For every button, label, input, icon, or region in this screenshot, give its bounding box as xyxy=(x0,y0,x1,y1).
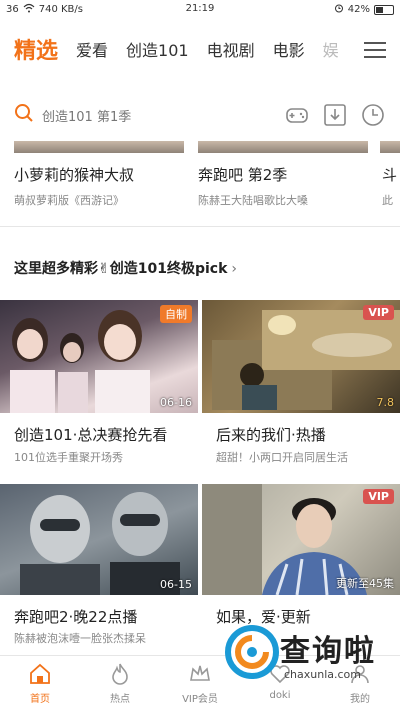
card-date: 06-16 xyxy=(160,396,192,409)
vip-badge: VIP xyxy=(363,489,394,504)
section-title: 这里超多精彩✌创造101终极pick xyxy=(14,261,228,277)
status-right: 42% xyxy=(334,3,394,16)
video-thumbnail[interactable]: VIP 更新至45集 xyxy=(202,484,400,595)
battery-percent: 42% xyxy=(347,4,370,15)
strip-subtitle: 此 xyxy=(382,194,393,207)
tab-featured[interactable]: 精选 xyxy=(14,33,58,65)
strip-title[interactable]: 奔跑吧 第2季 xyxy=(198,164,368,185)
card-subtitle: 101位选手重聚开场秀 xyxy=(14,451,123,464)
video-thumbnail[interactable]: VIP 7.8 xyxy=(202,300,400,413)
section-header[interactable]: 这里超多精彩✌创造101终极pick › xyxy=(14,258,237,278)
search-row: 创造101 第1季 xyxy=(0,92,400,140)
card-rating: 7.8 xyxy=(376,396,395,409)
home-icon xyxy=(0,662,80,686)
category-tabs: 精选 爱看 创造101 电视剧 电影 娱 xyxy=(0,20,400,78)
card-subtitle: 陈赫被泡沫噎一脸张杰揉呆 xyxy=(14,632,146,645)
battery-icon xyxy=(374,4,394,15)
badge-original: 自制 xyxy=(160,305,192,323)
tab-entertainment[interactable]: 娱 xyxy=(323,37,339,61)
tab-favorites[interactable]: 爱看 xyxy=(76,37,108,61)
vip-badge: VIP xyxy=(363,305,394,320)
tab-tv-series[interactable]: 电视剧 xyxy=(207,37,255,61)
search-icon xyxy=(14,103,34,127)
alarm-icon xyxy=(334,3,344,16)
episode-update: 更新至45集 xyxy=(336,577,394,590)
strip-title[interactable]: 斗 xyxy=(382,164,400,185)
history-clock-icon[interactable] xyxy=(360,102,386,128)
strip-subtitle: 陈赫王大陆唱歌比大嗓 xyxy=(198,194,308,207)
card-date: 06-15 xyxy=(160,578,192,591)
game-controller-icon[interactable] xyxy=(284,102,310,128)
watermark: 查询啦 chaxunla.com xyxy=(224,620,400,690)
watermark-logo-icon xyxy=(225,625,279,679)
strip-subtitle: 萌叔萝莉版《西游记》 xyxy=(14,194,124,207)
video-thumbnail[interactable]: 06-15 xyxy=(0,484,198,595)
tab-produce101[interactable]: 创造101 xyxy=(126,37,189,61)
search-input[interactable]: 创造101 第1季 xyxy=(14,100,264,130)
card-title[interactable]: 创造101·总决赛抢先看 xyxy=(14,424,194,445)
watermark-brand: 查询啦 xyxy=(280,634,376,669)
divider xyxy=(0,226,400,227)
strip-thumbnail[interactable] xyxy=(14,141,184,153)
tab-home[interactable]: 首页 xyxy=(0,662,80,705)
download-icon[interactable] xyxy=(322,102,348,128)
strip-thumbnail[interactable] xyxy=(380,141,400,153)
search-placeholder: 创造101 第1季 xyxy=(42,109,132,125)
card-title[interactable]: 后来的我们·热播 xyxy=(216,424,396,445)
flame-icon xyxy=(80,662,160,686)
strip-thumbnail[interactable] xyxy=(198,141,368,153)
card-title[interactable]: 奔跑吧2·晚22点播 xyxy=(14,606,194,627)
chevron-right-icon: › xyxy=(231,261,237,277)
tab-movies[interactable]: 电影 xyxy=(273,37,305,61)
tab-label: 热点 xyxy=(110,694,130,705)
card-subtitle: 超甜！小两口开启同居生活 xyxy=(216,451,348,464)
tab-hot[interactable]: 热点 xyxy=(80,662,160,705)
battery-fill xyxy=(376,6,383,13)
menu-icon[interactable] xyxy=(364,42,386,58)
video-thumbnail[interactable]: 自制 06-16 xyxy=(0,300,198,413)
status-bar: 36 740 KB/s 21:19 42% xyxy=(0,0,400,20)
strip-title[interactable]: 小萝莉的猴神大叔 xyxy=(14,164,189,185)
tab-label: VIP会员 xyxy=(182,694,218,705)
tab-label: doki xyxy=(269,690,291,701)
tab-label: 首页 xyxy=(30,694,50,705)
watermark-domain: chaxunla.com xyxy=(284,668,361,681)
tab-label: 我的 xyxy=(350,694,370,705)
